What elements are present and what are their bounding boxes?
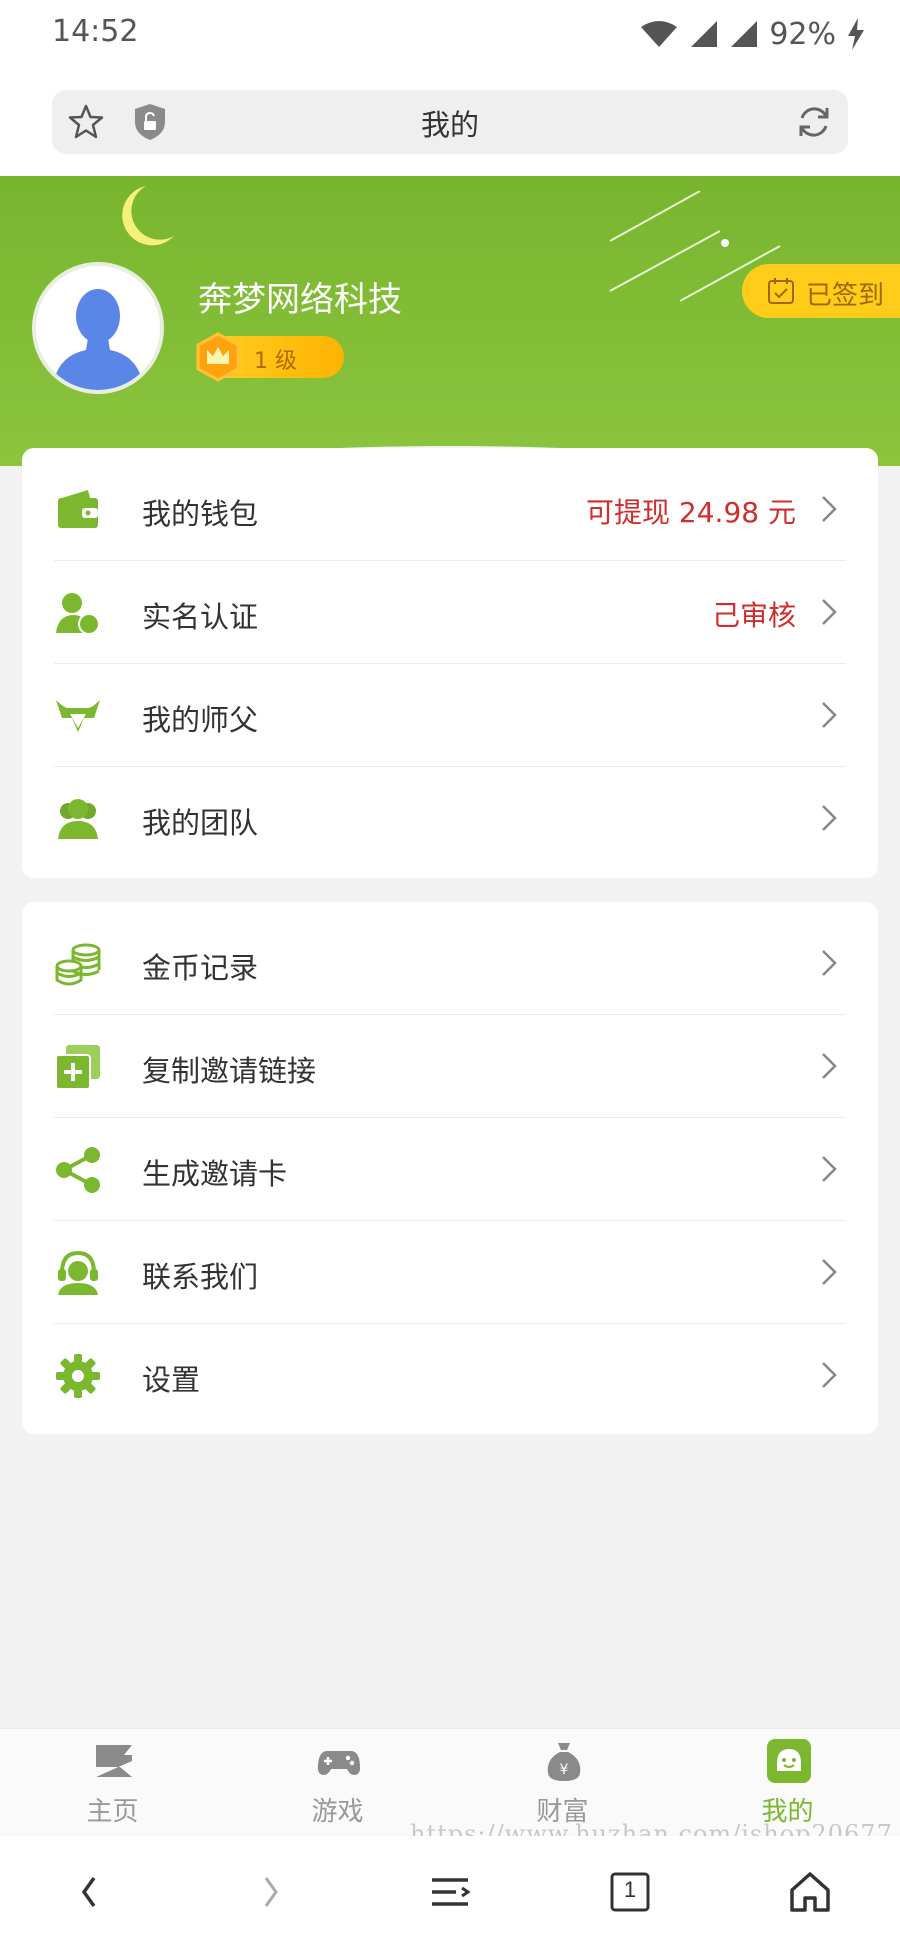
signal-icon-2	[731, 21, 758, 47]
verified-user-icon	[56, 593, 100, 635]
crown-icon	[196, 332, 240, 382]
default-avatar-icon	[52, 289, 144, 390]
nav-tab-home[interactable]: 主页	[0, 1729, 225, 1837]
charging-icon	[848, 18, 864, 50]
menu-item-mentor[interactable]: 我的师父	[22, 664, 878, 767]
level-text: 1 级	[254, 349, 297, 374]
username: 奔梦网络科技	[198, 280, 402, 320]
browser-toolbar: 1	[0, 1836, 900, 1950]
menu-item-label: 我的钱包	[142, 497, 259, 531]
profile-header: 奔梦网络科技 1 级 已签到	[0, 176, 900, 466]
calendar-check-icon	[768, 278, 794, 304]
browser-address-bar: 我的	[0, 68, 900, 176]
menu-item-label: 我的团队	[142, 806, 259, 840]
mentor-icon	[56, 700, 100, 732]
status-bar: 14:52 92%	[0, 0, 900, 68]
status-icons: 92%	[639, 14, 866, 54]
menu-card-more: 金币记录 复制邀请链接 生成邀请卡 联系我们 设置	[22, 902, 878, 1434]
gamepad-icon	[317, 1751, 361, 1775]
menu-item-label: 复制邀请链接	[142, 1054, 317, 1088]
menu-item-copy-invite-link[interactable]: 复制邀请链接	[22, 1015, 878, 1118]
mine-icon	[767, 1739, 811, 1783]
moon-icon	[122, 186, 174, 246]
menu-item-label: 设置	[142, 1363, 201, 1397]
svg-text:¥: ¥	[560, 1762, 569, 1778]
menu-item-team[interactable]: 我的团队	[22, 767, 878, 870]
nav-label: 主页	[86, 1797, 139, 1827]
menu-item-label: 我的师父	[142, 703, 259, 737]
chevron-right-icon	[822, 599, 837, 625]
chevron-right-icon	[822, 805, 837, 831]
chevron-right-icon	[822, 1259, 837, 1285]
menu-item-wallet[interactable]: 我的钱包 可提现 24.98 元	[22, 458, 878, 561]
chevron-right-icon	[822, 950, 837, 976]
chevron-right-icon	[822, 496, 837, 522]
refresh-icon[interactable]	[794, 102, 834, 142]
home-icon	[96, 1745, 132, 1777]
menu-item-label: 金币记录	[142, 951, 259, 985]
menu-item-contact-us[interactable]: 联系我们	[22, 1221, 878, 1324]
chevron-right-icon	[822, 1053, 837, 1079]
signin-label: 已签到	[806, 281, 885, 311]
tabs-button[interactable]: 1	[604, 1866, 656, 1918]
money-bag-icon: ¥	[547, 1743, 581, 1781]
menu-item-settings[interactable]: 设置	[22, 1324, 878, 1427]
forward-arrow-icon[interactable]	[244, 1866, 296, 1918]
back-arrow-icon[interactable]	[64, 1866, 116, 1918]
menu-item-label: 联系我们	[142, 1260, 259, 1294]
home-page-icon[interactable]	[784, 1866, 836, 1918]
menu-item-label: 实名认证	[142, 600, 259, 634]
coins-icon	[55, 943, 101, 986]
copy-link-icon	[55, 1045, 100, 1090]
team-icon	[58, 799, 98, 839]
signal-icon	[691, 21, 718, 47]
avatar[interactable]	[32, 262, 164, 394]
level-badge: 1 级	[196, 332, 344, 382]
menu-item-verification[interactable]: 实名认证 己审核	[22, 561, 878, 664]
tab-count: 1	[623, 1877, 637, 1902]
share-icon	[56, 1147, 100, 1193]
chevron-right-icon	[822, 702, 837, 728]
customer-service-icon	[58, 1250, 98, 1295]
menu-item-invite-card[interactable]: 生成邀请卡	[22, 1118, 878, 1221]
battery-level: 92%	[769, 16, 836, 52]
menu-item-label: 生成邀请卡	[142, 1157, 288, 1191]
wallet-balance: 可提现 24.98 元	[586, 496, 796, 529]
wifi-icon	[641, 21, 678, 47]
menu-icon[interactable]	[424, 1866, 476, 1918]
page-title: 我的	[420, 108, 479, 142]
signin-button[interactable]: 已签到	[742, 264, 900, 318]
wallet-icon	[58, 490, 98, 528]
gear-icon	[56, 1354, 100, 1398]
url-pill[interactable]: 我的	[52, 90, 848, 154]
verification-status: 己审核	[711, 599, 796, 632]
menu-item-coin-records[interactable]: 金币记录	[22, 912, 878, 1015]
chevron-right-icon	[822, 1362, 837, 1388]
status-time: 14:52	[52, 14, 139, 49]
menu-card-account: 我的钱包 可提现 24.98 元 实名认证 己审核 我的师父 我的团队	[22, 448, 878, 878]
chevron-right-icon	[822, 1156, 837, 1182]
